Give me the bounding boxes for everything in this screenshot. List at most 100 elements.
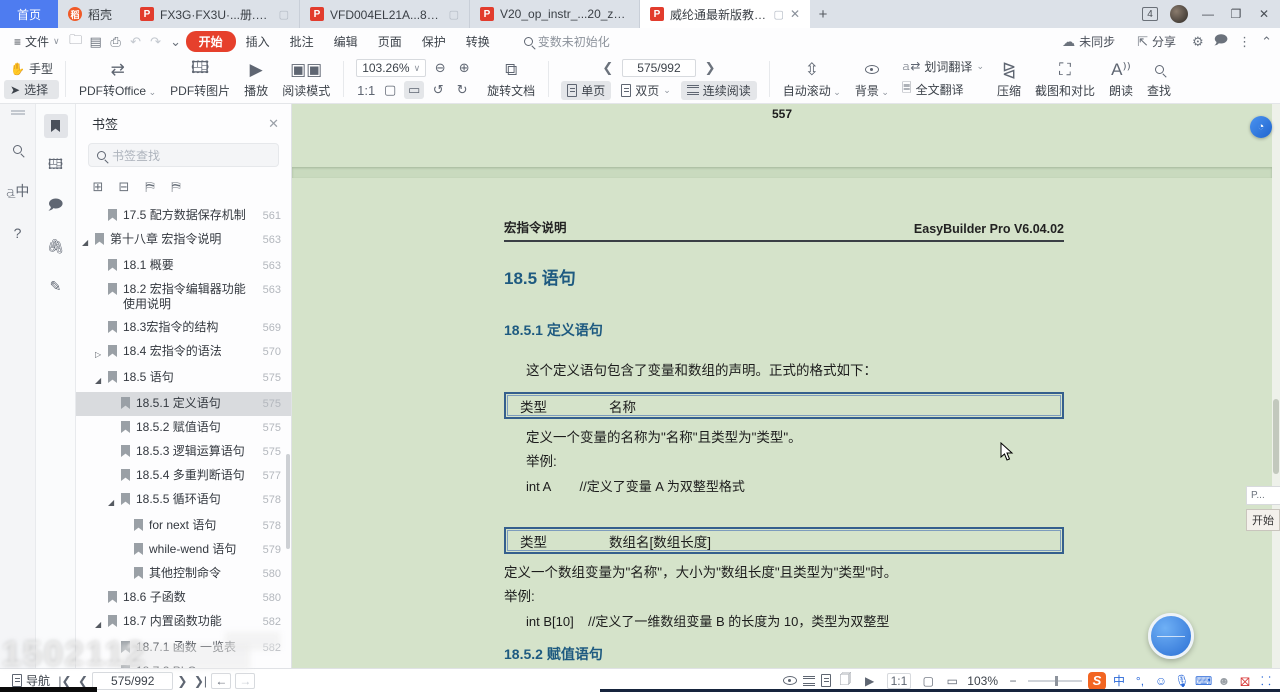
tab-document-1[interactable]: P FX3G·FX3U·...册.pdf (已加密) ▢ [130, 0, 300, 28]
assistant-ball-button[interactable] [1148, 613, 1194, 659]
more-menu-icon[interactable]: ⋮ [1238, 34, 1251, 50]
ime-mic-icon[interactable]: 🎙 [1174, 674, 1190, 688]
bookmark-scrollbar-thumb[interactable] [286, 454, 290, 549]
expand-arrow-icon[interactable]: ▷ [95, 344, 108, 362]
zoom-out-minus-icon[interactable]: − [1004, 674, 1022, 688]
single-page-button[interactable]: 单页 [561, 80, 612, 100]
docked-assistant-icon[interactable]: ◔ [1250, 116, 1272, 138]
delete-bookmark-icon[interactable]: ⛿ [168, 179, 184, 195]
minimize-button[interactable]: — [1200, 7, 1216, 21]
collapse-arrow-icon[interactable]: ◢ [95, 614, 108, 632]
bookmark-item[interactable]: ▷ 18.4 宏指令的语法 570 [76, 340, 291, 366]
fit-page-icon[interactable]: ▢ [919, 674, 937, 688]
bookmark-item[interactable]: 18.5.2 赋值语句 575 [76, 416, 291, 440]
zoom-slider-knob[interactable] [1055, 675, 1058, 686]
actual-size-icon[interactable]: 1:1 [886, 672, 912, 689]
ribbon-tab-protect[interactable]: 保护 [412, 31, 456, 52]
user-avatar[interactable] [1170, 5, 1188, 23]
help-icon[interactable]: ? [6, 221, 30, 245]
collapse-arrow-icon[interactable]: ◢ [108, 492, 121, 510]
history-forward-icon[interactable]: → [235, 672, 256, 689]
zoom-slider[interactable] [1028, 675, 1082, 686]
collapse-arrow-icon[interactable]: ◢ [95, 370, 108, 388]
collapse-ribbon-icon[interactable]: ⌃ [1261, 34, 1272, 50]
bookmark-item[interactable]: 18.5.3 逻辑运算语句 575 [76, 440, 291, 464]
single-page-mode-icon[interactable] [820, 674, 831, 687]
ribbon-tab-page[interactable]: 页面 [368, 31, 412, 52]
pdf-to-image-button[interactable]: 🖽 PDF转图片 [163, 57, 237, 101]
bookmark-item[interactable]: while-wend 语句 579 [76, 538, 291, 562]
read-mode-button[interactable]: ▣▣ 阅读模式 [275, 57, 337, 101]
bookmark-item[interactable]: for next 语句 578 [76, 514, 291, 538]
ime-profile-icon[interactable]: ☻ [1216, 674, 1232, 688]
document-scrollbar-thumb[interactable] [1273, 399, 1279, 474]
comments-panel-icon[interactable]: 🗩 [44, 194, 68, 218]
bookmark-item[interactable]: 18.7.1 函数 一览表 582 [76, 636, 291, 660]
quickbar-dropdown-icon[interactable]: ⌄ [166, 34, 186, 50]
read-aloud-button[interactable]: A⁾⁾ 朗读 [1102, 57, 1140, 101]
sogou-logo-icon[interactable]: S [1088, 671, 1106, 690]
bookmark-item[interactable]: 其他控制命令 580 [76, 562, 291, 586]
hand-tool-button[interactable]: ✋ 手型 [4, 59, 59, 78]
add-bookmark-icon[interactable]: ⛿ [142, 179, 158, 195]
rotate-left-icon[interactable]: ↺ [428, 81, 448, 99]
close-tab-icon[interactable]: ✕ [790, 7, 800, 21]
next-page-icon[interactable]: ❯ [173, 674, 191, 688]
last-page-icon[interactable]: ❯| [191, 674, 209, 688]
sync-status[interactable]: ☁ 未同步 [1056, 33, 1121, 50]
expand-all-icon[interactable]: ⊞ [90, 179, 106, 195]
ribbon-tab-comment[interactable]: 批注 [280, 31, 324, 52]
fit-width-icon[interactable]: ▭ [943, 674, 961, 688]
screenshot-compare-button[interactable]: ⛶ 截图和对比 [1028, 57, 1102, 101]
word-translate-button[interactable]: 𝚊⇄ 划词翻译 ⌄ [896, 57, 990, 76]
ime-keyboard-icon[interactable]: ⌨ [1195, 674, 1212, 688]
pdf-view-area[interactable]: 557 宏指令说明 EasyBuilder Pro V6.04.02 18.5 … [292, 104, 1280, 668]
undo-icon[interactable]: ↶ [126, 34, 146, 50]
ribbon-tab-edit[interactable]: 编辑 [324, 31, 368, 52]
auto-scroll-button[interactable]: ⇳ 自动滚动 ⌄ [776, 57, 848, 101]
ribbon-search-box[interactable]: 变数未初始化 [514, 31, 620, 52]
bookmark-item[interactable]: ◢ 18.5.5 循环语句 578 [76, 488, 291, 514]
close-panel-icon[interactable]: ✕ [268, 116, 279, 132]
double-page-button[interactable]: 双页 ⌄ [615, 81, 677, 100]
share-button[interactable]: ⇱ 分享 [1131, 33, 1182, 50]
full-translate-button[interactable]: 🗏 全文翻译 [896, 78, 990, 101]
previous-page-icon[interactable]: ❮ [74, 674, 92, 688]
bookmark-item[interactable]: 18.1 概要 563 [76, 254, 291, 278]
bookmark-item[interactable]: 18.3宏指令的结构 569 [76, 316, 291, 340]
attachment-paperclip-icon[interactable]: 🖇 [44, 234, 68, 258]
settings-gear-icon[interactable]: ⚙ [1192, 34, 1204, 50]
bookmark-item[interactable]: ◢ 18.5 语句 575 [76, 366, 291, 392]
bookmark-item[interactable]: 18.6 子函数 580 [76, 586, 291, 610]
ime-chinese-mode-icon[interactable]: 中 [1111, 672, 1127, 689]
tab-document-active[interactable]: P 威纶通最新版教材2021.pdf ▢ ✕ [640, 0, 810, 28]
bookmarks-panel-icon[interactable] [43, 114, 68, 138]
double-page-mode-icon[interactable]: 🗍 [837, 670, 855, 691]
bookmark-item[interactable]: 18.5.1 定义语句 575 [76, 392, 291, 416]
zoom-value-dropdown[interactable]: 103.26% ∨ [356, 59, 427, 77]
tab-document-2[interactable]: P VFD004EL21A...850 备份].pdf ▢ [300, 0, 470, 28]
tab-document-3[interactable]: P V20_op_instr_...20_zh-CHS.pdf [470, 0, 640, 28]
history-back-icon[interactable]: ← [211, 672, 232, 689]
ribbon-tab-home[interactable]: 开始 [185, 31, 236, 52]
bookmark-item[interactable]: 18.5.4 多重判断语句 577 [76, 464, 291, 488]
panel-drag-handle[interactable] [10, 110, 25, 115]
open-folder-icon[interactable]: 🗀 [66, 31, 86, 53]
play-button[interactable]: ▶ 播放 [237, 57, 275, 101]
ime-punctuation-icon[interactable]: °, [1132, 674, 1148, 688]
close-window-button[interactable]: ✕ [1256, 7, 1272, 21]
rotate-right-icon[interactable]: ↻ [452, 81, 472, 99]
ribbon-tab-insert[interactable]: 插入 [236, 31, 280, 52]
continuous-mode-icon[interactable] [802, 675, 815, 686]
bookmark-item[interactable]: ◢ 第十八章 宏指令说明 563 [76, 228, 291, 254]
new-tab-button[interactable]: + [810, 6, 836, 23]
continuous-read-button[interactable]: 连续阅读 [680, 80, 757, 100]
first-page-icon[interactable]: |❮ [56, 674, 74, 688]
rotate-document-button[interactable]: ⧉ 旋转文档 [480, 57, 542, 101]
thumbnails-panel-icon[interactable]: 🖽 [44, 154, 68, 178]
bookmark-search-input[interactable]: 书签查找 [88, 143, 279, 167]
feedback-icon[interactable]: 🗩 [1214, 31, 1228, 53]
background-button[interactable]: 背景 ⌄ [848, 57, 896, 101]
start-button[interactable]: 开始 [1246, 509, 1280, 531]
previous-page-icon[interactable]: ❮ [597, 60, 618, 76]
